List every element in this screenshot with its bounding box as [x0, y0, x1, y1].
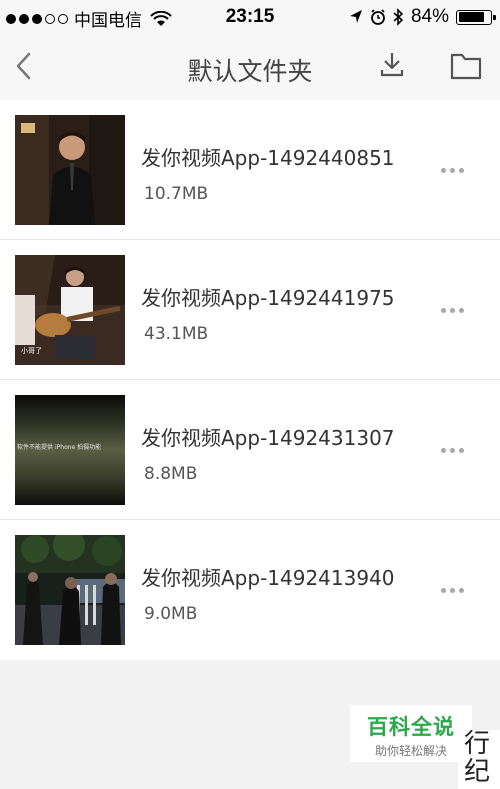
file-size: 43.1MB: [144, 324, 209, 344]
file-size: 9.0MB: [144, 604, 198, 624]
alarm-icon: [371, 9, 385, 25]
more-options-icon[interactable]: [432, 160, 472, 180]
folder-icon[interactable]: [446, 48, 486, 84]
download-icon[interactable]: [374, 48, 410, 84]
list-item[interactable]: 小哥了 发你视频App-1492441975 43.1MB: [0, 240, 500, 380]
battery-icon: [456, 9, 496, 25]
video-thumbnail[interactable]: 小哥了: [15, 255, 125, 365]
video-thumbnail[interactable]: [15, 535, 125, 645]
list-item[interactable]: 软件不能提供 iPhone 拍摄功能 发你视频App-1492431307 8.…: [0, 380, 500, 520]
file-name: 发你视频App-1492413940: [141, 566, 395, 590]
page-title: 默认文件夹: [187, 57, 313, 86]
more-options-icon[interactable]: [432, 440, 472, 460]
location-icon: [349, 10, 362, 23]
video-thumbnail[interactable]: [15, 115, 125, 225]
file-size: 10.7MB: [144, 184, 209, 204]
list-item[interactable]: 发你视频App-1492440851 10.7MB: [0, 100, 500, 240]
watermark-subtitle: 助你轻松解决: [374, 744, 447, 758]
corner-text: 行 纪: [458, 730, 500, 789]
file-size: 8.8MB: [144, 464, 198, 484]
battery-level-fill: [458, 12, 485, 22]
status-bar: 中国电信 23:15 84%: [0, 0, 500, 34]
thumbnail-caption: iPhone 拍摄功能: [55, 443, 101, 451]
more-options-icon[interactable]: [432, 580, 472, 600]
file-name: 发你视频App-1492431307: [141, 426, 395, 450]
file-list: 发你视频App-1492440851 10.7MB 小哥了 发你视频App-14…: [0, 100, 500, 660]
file-name: 发你视频App-1492441975: [141, 286, 395, 310]
battery-percent: 84%: [410, 6, 449, 27]
watermark-logo: 百科全说 助你轻松解决: [350, 705, 472, 762]
video-thumbnail[interactable]: 软件不能提供 iPhone 拍摄功能: [15, 395, 125, 505]
thumbnail-caption: 软件不能提供: [17, 443, 53, 451]
more-options-icon[interactable]: [432, 300, 472, 320]
thumbnail-caption: 小哥了: [21, 346, 42, 355]
watermark-title: 百科全说: [367, 715, 455, 739]
navigation-bar: 默认文件夹: [0, 34, 500, 101]
list-item[interactable]: 发你视频App-1492413940 9.0MB: [0, 520, 500, 660]
bluetooth-icon: [393, 8, 404, 26]
file-name: 发你视频App-1492440851: [141, 146, 395, 170]
